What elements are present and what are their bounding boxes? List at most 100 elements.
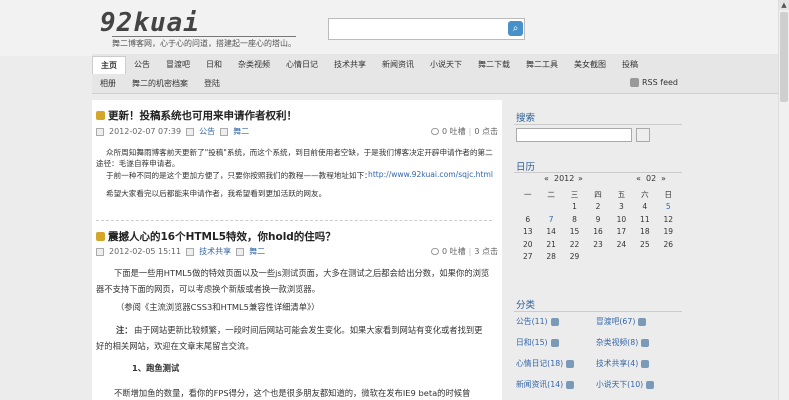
rss-icon[interactable] (550, 317, 559, 326)
category-item[interactable]: 杂类视频(8) (596, 337, 650, 348)
calendar-day (516, 201, 539, 214)
nav-item[interactable]: 新闻资讯 (374, 56, 422, 74)
category-item[interactable]: 小说天下(10) (596, 379, 655, 390)
nav-item[interactable]: 舞二工具 (518, 56, 566, 74)
nav-item[interactable]: 日和 (198, 56, 230, 74)
rss-icon[interactable] (566, 380, 575, 389)
category-item[interactable]: 心情日记(18) (516, 358, 575, 369)
nav-item[interactable]: 舞二下载 (470, 56, 518, 74)
post-list: 更新！投稿系统也可用来申请作者权利！ 2012-02-07 07:39 公告 舞… (92, 100, 502, 400)
calendar-weekday: 一 (523, 189, 532, 199)
post-subheading: 1、跑鱼测试 (132, 363, 180, 373)
calendar-day[interactable]: 7 (539, 213, 562, 226)
sidebar-category-title: 分类 (516, 300, 536, 311)
calendar-weekday: 日 (664, 189, 673, 199)
nav-item[interactable]: 冒渡吧 (158, 56, 198, 74)
rss-icon[interactable] (641, 338, 650, 347)
sidebar-search-input[interactable] (516, 128, 632, 142)
calendar-year: 2012 (554, 174, 575, 183)
calendar-weekday: 五 (617, 189, 626, 199)
calendar-next-year[interactable]: » (578, 174, 583, 183)
nav-item[interactable]: 公告 (126, 56, 158, 74)
post-author[interactable]: 舞二 (249, 246, 265, 257)
post-text: （参阅《主流浏览器CSS3和HTML5兼容性详细清单》） (116, 302, 320, 312)
rss-icon[interactable] (641, 359, 650, 368)
calendar-day: 27 (522, 252, 533, 262)
category-item[interactable]: 公告(11) (516, 316, 559, 327)
scroll-thumb[interactable] (780, 12, 788, 102)
nav-item[interactable]: 美女截图 (566, 56, 614, 74)
post-title[interactable]: 更新！投稿系统也可用来申请作者权利！ (96, 108, 297, 123)
nav-row-primary: 主页 公告 冒渡吧 日和 杂类视频 心情日记 技术共享 新闻资讯 小说天下 舞二下载 舞二工具 美女截… (92, 56, 646, 76)
calendar-next-month[interactable]: » (661, 174, 666, 183)
sidebar-calendar-title: 日历 (516, 162, 536, 173)
nav-item[interactable]: 主页 (92, 56, 126, 74)
category-label[interactable]: 新闻资讯(14) (516, 379, 563, 390)
calendar-day: 18 (640, 227, 650, 237)
calendar-day: 29 (569, 252, 580, 262)
post-text: 好的相关网站，欢迎在文章末尾留言交流。 (96, 341, 254, 351)
rss-feed-link[interactable]: RSS feed (630, 78, 678, 87)
user-icon (220, 127, 229, 136)
comment-icon (431, 248, 440, 255)
nav-item[interactable]: 登陆 (196, 75, 228, 93)
calendar-day: 3 (619, 202, 624, 212)
nav-item[interactable]: 小说天下 (422, 56, 470, 74)
calendar-day: 6 (525, 214, 531, 224)
calendar-day: 26 (663, 239, 674, 249)
header-search-input[interactable] (328, 18, 525, 40)
nav-item[interactable]: 投稿 (614, 56, 646, 74)
rss-icon[interactable] (550, 338, 559, 347)
post-title[interactable]: 震撼人心的16个HTML5特效，你hold的住吗？ (96, 229, 336, 244)
category-label[interactable]: 日和(15) (516, 337, 548, 348)
nav-item[interactable]: 舞二的机密档案 (124, 75, 196, 93)
post-title-text[interactable]: 更新！投稿系统也可用来申请作者权利！ (108, 108, 297, 123)
post-text: 于前一种不同的是这个更加方便了，只要你按照我们的教程——教程地址如下： (106, 171, 372, 180)
rss-icon[interactable] (646, 380, 655, 389)
post-text: 不断增加鱼的数量，看你的FPS得分，这个也是很多朋友都知道的，微软在发布IE9 … (114, 388, 471, 398)
post-comments[interactable]: 0 吐槽 (442, 246, 466, 257)
category-label[interactable]: 公告(11) (516, 316, 548, 327)
sidebar-divider (514, 311, 682, 312)
category-label[interactable]: 技术共享(4) (596, 358, 638, 369)
category-item[interactable]: 日和(15) (516, 337, 559, 348)
post-comments[interactable]: 0 吐槽 (442, 126, 466, 137)
post-category[interactable]: 技术共享 (199, 246, 231, 257)
post-category[interactable]: 公告 (199, 126, 215, 137)
calendar-weekday: 二 (547, 189, 555, 199)
calendar-day: 17 (616, 227, 627, 237)
calendar-icon (96, 127, 104, 136)
nav-item[interactable]: 技术共享 (326, 56, 374, 74)
nav-item[interactable]: 杂类视频 (230, 56, 278, 74)
post-title-text[interactable]: 震撼人心的16个HTML5特效，你hold的住吗？ (108, 229, 336, 244)
calendar-day (610, 251, 633, 264)
category-label[interactable]: 心情日记(18) (516, 358, 563, 369)
post-note-label: 注： (116, 325, 133, 335)
category-item[interactable]: 冒渡吧(67) (596, 316, 647, 327)
rss-icon[interactable] (638, 317, 647, 326)
post-link[interactable]: http://www.92kuai.com/sqjc.html (368, 170, 493, 179)
nav-item[interactable]: 心情日记 (278, 56, 326, 74)
category-item[interactable]: 技术共享(4) (596, 358, 650, 369)
calendar-day: 8 (572, 214, 577, 224)
scroll-up-icon[interactable]: ▲ (779, 0, 789, 10)
calendar-day (586, 251, 609, 264)
rss-icon[interactable] (566, 359, 575, 368)
category-item[interactable]: 新闻资讯(14) (516, 379, 575, 390)
nav-item[interactable]: 相册 (92, 75, 124, 93)
category-label[interactable]: 杂类视频(8) (596, 337, 638, 348)
sidebar-search-button[interactable] (636, 128, 650, 142)
calendar-day: 28 (546, 252, 556, 262)
post-author[interactable]: 舞二 (233, 126, 249, 137)
calendar-prev-month[interactable]: « (636, 174, 641, 183)
category-label[interactable]: 小说天下(10) (596, 379, 643, 390)
site-logo[interactable]: 92kuai (100, 8, 200, 38)
calendar-day[interactable]: 5 (657, 201, 680, 214)
calendar-prev-year[interactable]: « (544, 174, 549, 183)
calendar-day: 11 (640, 214, 650, 224)
page-scrollbar[interactable]: ▲ (778, 0, 789, 400)
search-icon[interactable]: ⌕ (508, 21, 523, 36)
post-text: 希望大家看完以后都能来申请作者，我希望看到更加活跃的网友。 (106, 189, 327, 198)
category-label[interactable]: 冒渡吧(67) (596, 316, 635, 327)
calendar-day: 25 (640, 239, 650, 249)
